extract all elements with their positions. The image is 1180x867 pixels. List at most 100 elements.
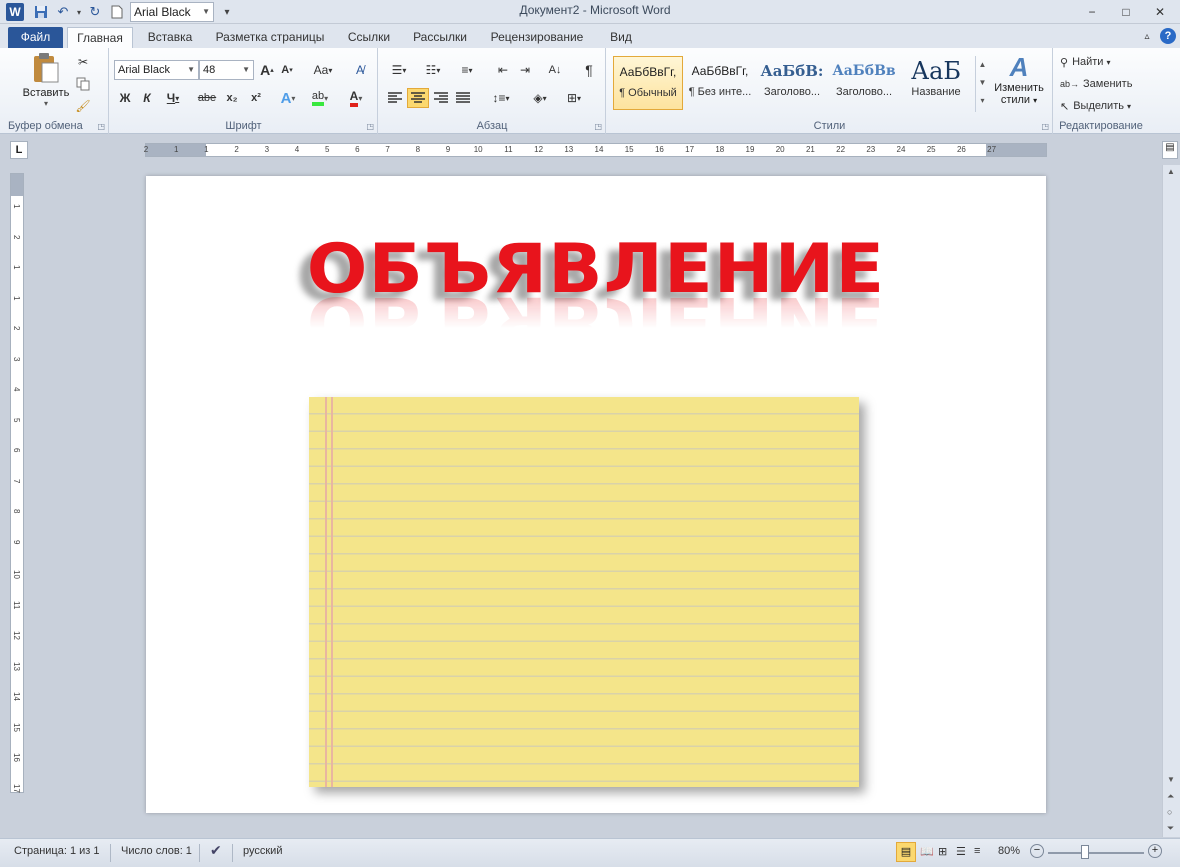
tab-home[interactable]: Главная	[67, 27, 133, 48]
qat-font-combo[interactable]: Arial Black ▼	[130, 2, 214, 22]
line-spacing-icon[interactable]: ↕≡ ▾	[487, 88, 515, 108]
minimize-button[interactable]: −	[1081, 3, 1103, 21]
scroll-down-icon[interactable]: ▼	[1167, 775, 1175, 784]
browse-object-icon[interactable]: ○	[1167, 807, 1172, 817]
ruler-label: 15	[624, 145, 634, 154]
tab-mailings[interactable]: Рассылки	[406, 27, 474, 48]
close-button[interactable]: ✕	[1149, 3, 1171, 21]
page-count[interactable]: Страница: 1 из 1	[14, 845, 100, 857]
subscript-button[interactable]: x₂	[222, 88, 242, 108]
full-screen-reading-icon[interactable]: 📖	[920, 845, 934, 858]
horizontal-ruler[interactable]: 2 1 1 2 3 4 5 6 7 8 9 10 11 12 13 14 15 16 17 18 19 20 21 22 23 2…	[144, 143, 1047, 157]
vertical-ruler[interactable]: 1 2 1 1 2 3 4 5 6 7 8 9 10 11 12 13 14 15 16 17	[10, 173, 24, 793]
help-icon[interactable]: ?	[1160, 28, 1176, 44]
align-right-icon[interactable]	[431, 88, 451, 108]
dialog-launcher-icon[interactable]: ◳	[366, 122, 374, 131]
style-no-spacing[interactable]: АаБбВвГг, ¶ Без инте...	[685, 56, 755, 110]
save-icon[interactable]	[32, 3, 50, 21]
change-styles-label-2: стили ▾	[991, 94, 1047, 106]
borders-icon[interactable]: ⊞ ▾	[561, 88, 587, 108]
replace-button[interactable]: ab→ Заменить	[1060, 74, 1144, 94]
bold-button[interactable]: Ж	[116, 88, 134, 108]
tab-page-layout[interactable]: Разметка страницы	[208, 27, 332, 48]
italic-button[interactable]: К	[138, 88, 156, 108]
numbering-icon[interactable]: ☷ ▾	[419, 60, 447, 80]
redo-icon[interactable]: ↻	[86, 3, 104, 21]
style-normal[interactable]: АаБбВвГг, ¶ Обычный	[613, 56, 683, 110]
dialog-launcher-icon[interactable]: ◳	[594, 122, 602, 131]
align-center-icon[interactable]	[407, 88, 429, 108]
strikethrough-button[interactable]: abe	[196, 88, 218, 108]
tab-selector[interactable]: L	[10, 141, 28, 159]
sort-icon[interactable]: А↓	[545, 60, 565, 80]
zoom-slider[interactable]	[1048, 852, 1144, 854]
view-ruler-icon[interactable]: ▤	[1162, 141, 1178, 159]
decrease-indent-icon[interactable]: ⇤	[493, 60, 513, 80]
style-title[interactable]: АаБ Название	[901, 56, 971, 110]
notepad-margin-line	[331, 397, 333, 787]
font-name-combo[interactable]: Arial Black ▼	[114, 60, 199, 80]
change-styles-button[interactable]: A Изменить стили ▾	[991, 52, 1047, 116]
highlight-color-icon[interactable]: ab ▾	[306, 88, 334, 108]
styles-scroll[interactable]: ▲ ▼ ▾	[975, 56, 989, 112]
vertical-scrollbar[interactable]: ▲ ▼ ⏶ ○ ⏷	[1162, 165, 1180, 837]
superscript-button[interactable]: x²	[246, 88, 266, 108]
text-effects-icon[interactable]: A ▾	[276, 88, 300, 108]
scroll-up-icon[interactable]: ▲	[1167, 167, 1175, 176]
customize-qat-icon[interactable]: ▾	[218, 3, 236, 21]
proofing-icon[interactable]: ✔	[210, 842, 222, 859]
font-color-icon[interactable]: A ▾	[342, 88, 370, 108]
paste-button[interactable]: Вставить ▾	[20, 52, 72, 116]
zoom-out-icon[interactable]: −	[1030, 844, 1044, 858]
align-left-icon[interactable]	[385, 88, 405, 108]
outline-icon[interactable]: ☰	[956, 845, 966, 858]
style-heading-1[interactable]: АаБбВ: Заголово...	[757, 56, 827, 110]
grow-font-icon[interactable]: A ▴	[258, 60, 276, 80]
restore-button[interactable]: □	[1115, 3, 1137, 21]
language[interactable]: русский	[243, 845, 282, 857]
style-heading-2[interactable]: АаБбВв Заголово...	[829, 56, 899, 110]
document-page[interactable]: ОБЪЯВЛЕНИЕ ОБЪЯВЛЕНИЕ	[146, 176, 1046, 813]
increase-indent-icon[interactable]: ⇥	[515, 60, 535, 80]
tab-references[interactable]: Ссылки	[340, 27, 398, 48]
justify-icon[interactable]	[453, 88, 473, 108]
shrink-font-icon[interactable]: A ▾	[278, 60, 296, 80]
new-document-icon[interactable]	[108, 3, 126, 21]
next-page-icon[interactable]: ⏷	[1167, 823, 1174, 834]
clear-formatting-icon[interactable]: A̸	[350, 60, 370, 80]
minimize-ribbon-icon[interactable]: ▵	[1138, 27, 1156, 48]
bullets-icon[interactable]: ☰ ▾	[385, 60, 413, 80]
change-case-button[interactable]: Aa ▾	[310, 60, 336, 80]
format-painter-icon[interactable]: 🖌	[74, 96, 92, 116]
web-layout-icon[interactable]: ⊞	[938, 845, 947, 858]
select-button[interactable]: ↖ Выделить ▾	[1060, 96, 1144, 116]
dialog-launcher-icon[interactable]: ◳	[97, 122, 105, 131]
font-size-combo[interactable]: 48 ▼	[199, 60, 254, 80]
paragraph-group: ☰ ▾ ☷ ▾ ≡ ▾ ⇤ ⇥ А↓ ¶ ↕≡ ▾ ◈ ▾ ⊞ ▾ Абзац ◳	[379, 48, 606, 134]
zoom-level[interactable]: 80%	[998, 845, 1020, 857]
dialog-launcher-icon[interactable]: ◳	[1041, 122, 1049, 131]
word-icon[interactable]: W	[6, 3, 24, 21]
underline-button[interactable]: Ч ▾	[162, 88, 184, 108]
word-count[interactable]: Число слов: 1	[121, 845, 192, 857]
tab-file[interactable]: Файл	[8, 27, 63, 48]
zoom-slider-thumb[interactable]	[1081, 845, 1090, 859]
ruler-label: 5	[12, 417, 21, 422]
tab-review[interactable]: Рецензирование	[482, 27, 592, 48]
print-layout-icon[interactable]: ▤	[896, 842, 916, 862]
replace-icon: ab→	[1060, 79, 1080, 89]
multilevel-list-icon[interactable]: ≡ ▾	[453, 60, 481, 80]
tab-view[interactable]: Вид	[600, 27, 642, 48]
status-bar: Страница: 1 из 1 Число слов: 1 ✔ русский…	[0, 838, 1180, 867]
ruler-label: 12	[12, 631, 21, 640]
copy-icon[interactable]	[74, 74, 92, 94]
previous-page-icon[interactable]: ⏶	[1167, 791, 1174, 802]
find-button[interactable]: ⚲ Найти ▾	[1060, 52, 1144, 72]
draft-icon[interactable]: ≡	[974, 845, 980, 857]
shading-icon[interactable]: ◈ ▾	[527, 88, 553, 108]
cut-icon[interactable]: ✂	[74, 52, 92, 72]
show-marks-button[interactable]: ¶	[579, 60, 599, 80]
notepad-image[interactable]	[309, 397, 859, 787]
zoom-in-icon[interactable]: +	[1148, 844, 1162, 858]
tab-insert[interactable]: Вставка	[140, 27, 200, 48]
